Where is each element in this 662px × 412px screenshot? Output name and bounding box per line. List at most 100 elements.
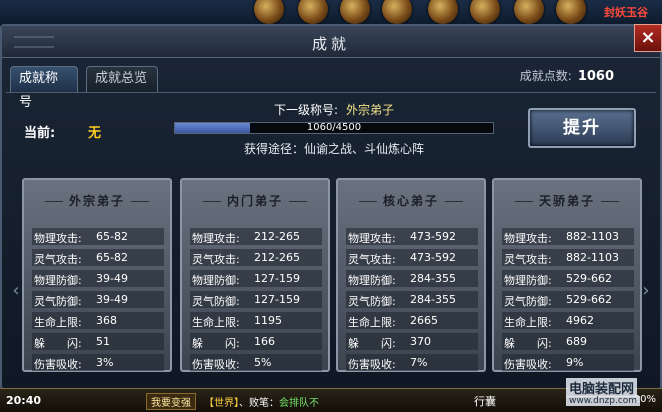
dialog-title-bar: 成就 × [2,24,662,58]
progress-text: 1060/4500 [306,122,362,133]
skill-orb-icon[interactable] [470,0,500,24]
card-title: 内门弟子 [182,192,328,209]
stat-label: 灵气攻击: [192,253,240,266]
title-card[interactable]: 内门弟子 物理攻击: 212-265 灵气攻击: 212-265 物理防御: 127-… [180,178,330,372]
achievement-dialog: 成就 × 成就称号 成就总览 成就点数: 1060 当前: 无 下一级称号: 外宗弟… [0,24,662,390]
stat-row: 灵气防御: 529-662 [502,291,634,308]
skill-orb-icon[interactable] [514,0,544,24]
acquire-route: 获得途径：仙谕之战、斗仙炼心阵 [243,142,424,156]
stat-label: 物理攻击: [504,232,552,245]
stat-label: 伤害吸收: [34,358,82,371]
stat-label: 灵气攻击: [504,253,552,266]
strengthen-button[interactable]: 我要变强 [146,393,196,410]
tab-achievement-titles[interactable]: 成就称号 [10,66,78,110]
stat-label: 物理攻击: [34,232,82,245]
watermark-logo: 电脑装配网 [566,378,638,397]
stat-label: 物理攻击: [348,232,396,245]
stat-label: 躲 闪: [34,337,82,350]
stat-value: 882-1103 [566,230,619,243]
stat-value: 212-265 [254,251,300,264]
stat-row: 灵气攻击: 882-1103 [502,249,634,266]
achievement-points: 成就点数: 1060 [520,67,614,84]
stat-value: 7% [410,356,428,369]
card-title: 外宗弟子 [24,192,170,209]
skill-orb-icon[interactable] [556,0,586,24]
tab-achievement-overview[interactable]: 成就总览 [86,66,158,92]
stat-row: 灵气攻击: 473-592 [346,249,478,266]
stat-row: 伤害吸收: 3% [32,354,164,371]
stat-row: 物理防御: 39-49 [32,270,164,287]
stat-value: 212-265 [254,230,300,243]
stat-value: 39-49 [96,293,128,306]
stat-value: 166 [254,335,275,348]
title-card[interactable]: 天骄弟子 物理攻击: 882-1103 灵气攻击: 882-1103 物理防御: 52… [492,178,642,372]
skill-orb-icon[interactable] [254,0,284,24]
stat-value: 370 [410,335,431,348]
stat-value: 473-592 [410,251,456,264]
upgrade-button[interactable]: 提升 [528,108,636,148]
stat-label: 躲 闪: [348,337,396,350]
watermark-url: www.dnzp.com [566,396,641,406]
stat-label: 物理防御: [192,274,240,287]
card-title: 天骄弟子 [494,192,640,209]
stat-row: 物理防御: 127-159 [190,270,322,287]
stat-value: 4962 [566,314,594,327]
stat-row: 躲 闪: 51 [32,333,164,350]
stat-value: 529-662 [566,272,612,285]
bottom-chat-bar: 20:40 我要变强 【世界】、败笔：会排队不 行囊 20% [0,388,662,412]
stat-row: 躲 闪: 689 [502,333,634,350]
stat-row: 灵气防御: 127-159 [190,291,322,308]
skill-orb-icon[interactable] [298,0,328,24]
bag-button[interactable]: 行囊 [474,393,496,409]
title-card[interactable]: 外宗弟子 物理攻击: 65-82 灵气攻击: 65-82 物理防御: 39-49 灵气… [22,178,172,372]
next-title-label: 下一级称号: [273,103,339,117]
stat-value: 529-662 [566,293,612,306]
stat-row: 生命上限: 2665 [346,312,478,329]
chat-message: 会排队不 [279,398,319,409]
stat-label: 伤害吸收: [348,358,396,371]
dialog-title: 成就 [311,35,350,53]
stat-row: 生命上限: 1195 [190,312,322,329]
close-button[interactable]: × [634,24,662,52]
stat-value: 689 [566,335,587,348]
stat-value: 9% [566,356,584,369]
stat-row: 物理攻击: 212-265 [190,228,322,245]
stat-label: 灵气防御: [34,295,82,308]
stat-label: 生命上限: [34,316,82,329]
stat-label: 灵气防御: [192,295,240,308]
stat-label: 灵气攻击: [34,253,82,266]
stat-row: 生命上限: 4962 [502,312,634,329]
stat-value: 65-82 [96,251,128,264]
stat-label: 物理防御: [504,274,552,287]
skill-orb-icon[interactable] [382,0,412,24]
card-title: 核心弟子 [338,192,484,209]
stat-label: 伤害吸收: [192,358,240,371]
stat-row: 灵气攻击: 212-265 [190,249,322,266]
stat-value: 284-355 [410,272,456,285]
scroll-left-arrow-icon[interactable]: ‹ [10,268,22,314]
clock: 20:40 [6,394,42,407]
next-title: 下一级称号: 外宗弟子 [174,101,494,118]
skill-orb-icon[interactable] [428,0,458,24]
stat-row: 伤害吸收: 5% [190,354,322,371]
stat-value: 51 [96,335,110,348]
stat-value: 65-82 [96,230,128,243]
stat-row: 躲 闪: 166 [190,333,322,350]
current-title-label: 当前: [24,126,56,141]
stat-label: 灵气攻击: [348,253,396,266]
chat-channel: 【世界】 [204,398,239,409]
stat-row: 生命上限: 368 [32,312,164,329]
stat-value: 127-159 [254,293,300,306]
stat-value: 2665 [410,314,438,327]
stat-label: 生命上限: [192,316,240,329]
stat-label: 物理攻击: [192,232,240,245]
points-label: 成就点数: [519,69,572,83]
skill-orb-icon[interactable] [340,0,370,24]
title-card[interactable]: 核心弟子 物理攻击: 473-592 灵气攻击: 473-592 物理防御: 284-… [336,178,486,372]
achievement-progress-bar: 1060/4500 [174,122,494,134]
chat-line[interactable]: 【世界】、败笔：会排队不 [204,394,319,409]
stat-value: 3% [96,356,114,369]
tab-divider [6,92,656,93]
stat-row: 灵气攻击: 65-82 [32,249,164,266]
stat-label: 灵气防御: [504,295,552,308]
